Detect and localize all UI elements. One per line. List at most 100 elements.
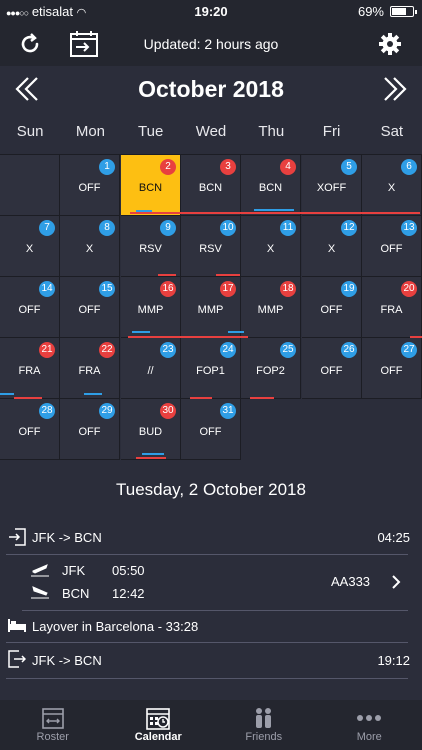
duty-timeline-bar	[190, 397, 212, 399]
weekday-fri: Fri	[322, 123, 341, 140]
duty-code: RSV	[199, 243, 222, 255]
calendar-day[interactable]: 4 BCN	[241, 155, 301, 216]
calendar-day[interactable]: 23 //	[121, 338, 181, 399]
calendar-day[interactable]: 24 FOP1	[181, 338, 241, 399]
day-number-badge: 8	[99, 220, 115, 236]
calendar-day[interactable]: 25 FOP2	[241, 338, 301, 399]
day-number-badge: 30	[160, 403, 176, 419]
calendar-day[interactable]: 6X	[362, 155, 422, 216]
duty-code: XOFF	[316, 182, 347, 194]
calendar-day[interactable]: 19 OFF	[302, 277, 362, 338]
duty-route: JFK -> BCN	[32, 530, 102, 545]
day-number-badge: 6	[401, 159, 417, 175]
weekday-wed: Wed	[195, 123, 227, 140]
flight-row[interactable]: JFK 05:50 BCN 12:42 AA333	[0, 558, 422, 608]
divider	[22, 610, 408, 611]
duty-timeline-bar	[14, 397, 42, 399]
day-number-badge: 12	[341, 220, 357, 236]
duty-code: //	[147, 365, 154, 377]
divider	[6, 554, 408, 555]
calendar-day[interactable]: 11 X	[241, 216, 301, 277]
day-number-badge: 29	[99, 403, 115, 419]
calendar-day[interactable]: 31 OFF	[181, 399, 241, 460]
calendar-day[interactable]: 18 MMP	[241, 277, 301, 338]
duty-timeline-bar	[254, 209, 294, 211]
duty-timeline-bar	[142, 453, 164, 455]
calendar-day[interactable]: 7X	[0, 216, 60, 277]
calendar-day[interactable]: 13 OFF	[362, 216, 422, 277]
battery-status: 69%	[358, 4, 417, 19]
calendar-day[interactable]: 21 FRA	[0, 338, 60, 399]
calendar-day[interactable]: 14 OFF	[0, 277, 60, 338]
calendar-clock-icon	[146, 708, 171, 730]
double-chevron-right-icon	[384, 77, 407, 101]
day-number-badge: 26	[341, 342, 357, 358]
duty-timeline-bar	[132, 331, 150, 333]
layover-row[interactable]: Layover in Barcelona - 33:28	[0, 614, 422, 642]
calendar-day[interactable]: 1 OFF	[60, 155, 120, 216]
app-root: ●●●○○ etisalat ◠ 19:20 69% Updated: 2 ho…	[0, 0, 422, 750]
weekday-header: Sun Mon Tue Wed Thu Fri Sat	[0, 112, 422, 152]
calendar-day[interactable]: 27 OFF	[362, 338, 422, 399]
calendar-day[interactable]: 16 MMP	[121, 277, 181, 338]
settings-button[interactable]	[374, 28, 406, 60]
selected-date-title: Tuesday, 2 October 2018	[116, 480, 306, 499]
tab-friends[interactable]: Friends	[211, 700, 317, 750]
day-number-badge: 4	[280, 159, 296, 175]
duty-code: OFF	[199, 426, 222, 438]
calendar-day[interactable]: 29 OFF	[60, 399, 120, 460]
duty-code: X	[85, 243, 94, 255]
more-dots-icon	[357, 715, 382, 721]
day-number-badge: 11	[280, 220, 296, 236]
flight-number: AA333	[331, 574, 371, 589]
tab-roster[interactable]: Roster	[0, 700, 106, 750]
day-number-badge: 19	[341, 281, 357, 297]
duty-code: OFF	[380, 243, 403, 255]
calendar-empty-cell	[0, 155, 60, 216]
calendar-day[interactable]: 10 RSV	[181, 216, 241, 277]
duty-code: MMP	[197, 304, 224, 316]
duty-code: OFF	[78, 304, 101, 316]
day-number-badge: 17	[220, 281, 236, 297]
calendar-day[interactable]: 20 FRA	[362, 277, 422, 338]
bed-icon	[8, 619, 26, 632]
calendar-day[interactable]: 2 BCN	[121, 155, 181, 216]
duty-row-outbound[interactable]: JFK -> BCN 04:25	[0, 526, 422, 554]
next-month-button[interactable]	[380, 74, 410, 104]
calendar-day[interactable]: 12 X	[302, 216, 362, 277]
day-number-badge: 10	[220, 220, 236, 236]
duty-row-return[interactable]: JFK -> BCN 19:12	[0, 648, 422, 676]
calendar-day[interactable]: 22 FRA	[60, 338, 120, 399]
sign-out-icon	[8, 650, 26, 668]
status-bar: ●●●○○ etisalat ◠ 19:20 69%	[0, 0, 422, 22]
duty-code: OFF	[320, 304, 343, 316]
duty-timeline-bar	[228, 331, 244, 333]
calendar-day[interactable]: 28 OFF	[0, 399, 60, 460]
duty-code: BCN	[198, 182, 223, 194]
month-navigation: October 2018	[0, 66, 422, 112]
duty-time: 19:12	[377, 653, 410, 668]
weekday-sat: Sat	[380, 123, 404, 140]
calendar-day[interactable]: 3 BCN	[181, 155, 241, 216]
tab-more[interactable]: More	[317, 700, 422, 750]
calendar-day[interactable]: 30 BUD	[121, 399, 181, 460]
weekday-thu: Thu	[258, 123, 285, 140]
tab-label: Calendar	[134, 731, 182, 743]
tab-label: Friends	[245, 731, 283, 743]
calendar-day[interactable]: 17 MMP	[181, 277, 241, 338]
divider	[6, 642, 408, 643]
calendar-day[interactable]: 9 RSV	[121, 216, 181, 277]
tab-calendar[interactable]: Calendar	[106, 700, 212, 750]
duty-code: BUD	[138, 426, 163, 438]
calendar-day[interactable]: 5 XOFF	[302, 155, 362, 216]
day-number-badge: 2	[160, 159, 176, 175]
duty-code: FRA	[78, 365, 101, 377]
duty-timeline-bar	[410, 336, 422, 338]
arrival-time: 12:42	[112, 586, 145, 601]
calendar-day[interactable]: 26 OFF	[302, 338, 362, 399]
calendar-day[interactable]: 15 OFF	[60, 277, 120, 338]
duty-timeline-bar	[250, 397, 274, 399]
day-number-badge: 22	[99, 342, 115, 358]
duty-code: OFF	[320, 365, 343, 377]
calendar-day[interactable]: 8X	[60, 216, 120, 277]
